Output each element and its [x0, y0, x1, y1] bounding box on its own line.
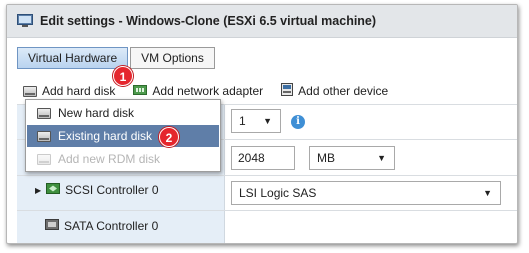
network-adapter-icon — [133, 84, 148, 99]
edit-settings-dialog: Edit settings - Windows-Clone (ESXi 6.5 … — [6, 4, 518, 244]
hardware-toolbar: Add hard disk Add network adapter Add ot… — [23, 83, 406, 99]
memory-size-input[interactable]: 2048 — [231, 146, 295, 170]
hard-disk-icon — [37, 153, 51, 165]
add-other-device-button[interactable]: Add other device — [281, 83, 388, 99]
scsi-controller-type-value: LSI Logic SAS — [239, 186, 317, 200]
add-hard-disk-label: Add hard disk — [42, 84, 116, 98]
chevron-down-icon: ▼ — [377, 153, 386, 163]
scsi-controller-label: SCSI Controller 0 — [65, 183, 159, 197]
sata-controller-label: SATA Controller 0 — [64, 219, 159, 233]
chevron-down-icon: ▼ — [483, 188, 492, 198]
menu-item-new-hard-disk[interactable]: New hard disk — [27, 102, 219, 124]
menu-item-label: Add new RDM disk — [58, 152, 161, 166]
other-device-icon — [281, 83, 294, 99]
scsi-controller-type-select[interactable]: LSI Logic SAS ▼ — [231, 181, 501, 205]
menu-item-label: Existing hard disk — [58, 129, 153, 143]
row-divider — [17, 210, 517, 211]
sata-controller-row[interactable]: SATA Controller 0 — [45, 219, 158, 233]
menu-item-label: New hard disk — [58, 106, 135, 120]
tab-vm-options[interactable]: VM Options — [130, 47, 215, 69]
chevron-down-icon: ▼ — [263, 116, 272, 126]
expand-arrow-icon[interactable]: ▶ — [35, 186, 41, 195]
scsi-controller-row[interactable]: ▶ SCSI Controller 0 — [35, 183, 159, 197]
memory-unit-select[interactable]: MB ▼ — [309, 146, 395, 170]
hard-disk-icon — [23, 85, 37, 97]
add-hard-disk-button[interactable]: Add hard disk — [23, 84, 115, 98]
cpu-count-value: 1 — [239, 114, 246, 128]
menu-item-add-new-rdm-disk: Add new RDM disk — [27, 148, 219, 170]
step-marker-1: 1 — [113, 66, 133, 86]
add-network-adapter-button[interactable]: Add network adapter — [133, 84, 263, 99]
cpu-count-select[interactable]: 1 ▼ — [231, 109, 281, 133]
info-icon[interactable]: i — [291, 115, 305, 129]
add-network-adapter-label: Add network adapter — [152, 84, 264, 98]
add-hard-disk-menu: New hard disk Existing hard disk Add new… — [25, 99, 221, 172]
dialog-title: Edit settings - Windows-Clone (ESXi 6.5 … — [40, 14, 377, 28]
memory-size-value: 2048 — [238, 151, 265, 165]
menu-item-existing-hard-disk[interactable]: Existing hard disk — [27, 125, 219, 147]
memory-unit-value: MB — [317, 151, 335, 165]
add-other-device-label: Add other device — [298, 84, 389, 98]
sata-controller-icon — [45, 219, 59, 233]
hard-disk-icon — [37, 130, 51, 142]
row-divider — [17, 175, 517, 176]
scsi-controller-icon — [46, 183, 61, 197]
tab-virtual-hardware[interactable]: Virtual Hardware — [17, 47, 129, 69]
step-marker-2: 2 — [159, 127, 179, 147]
hard-disk-icon — [37, 107, 51, 119]
virtual-machine-icon — [17, 14, 33, 28]
dialog-titlebar: Edit settings - Windows-Clone (ESXi 6.5 … — [7, 5, 517, 38]
settings-tabs: Virtual Hardware VM Options — [17, 47, 215, 69]
